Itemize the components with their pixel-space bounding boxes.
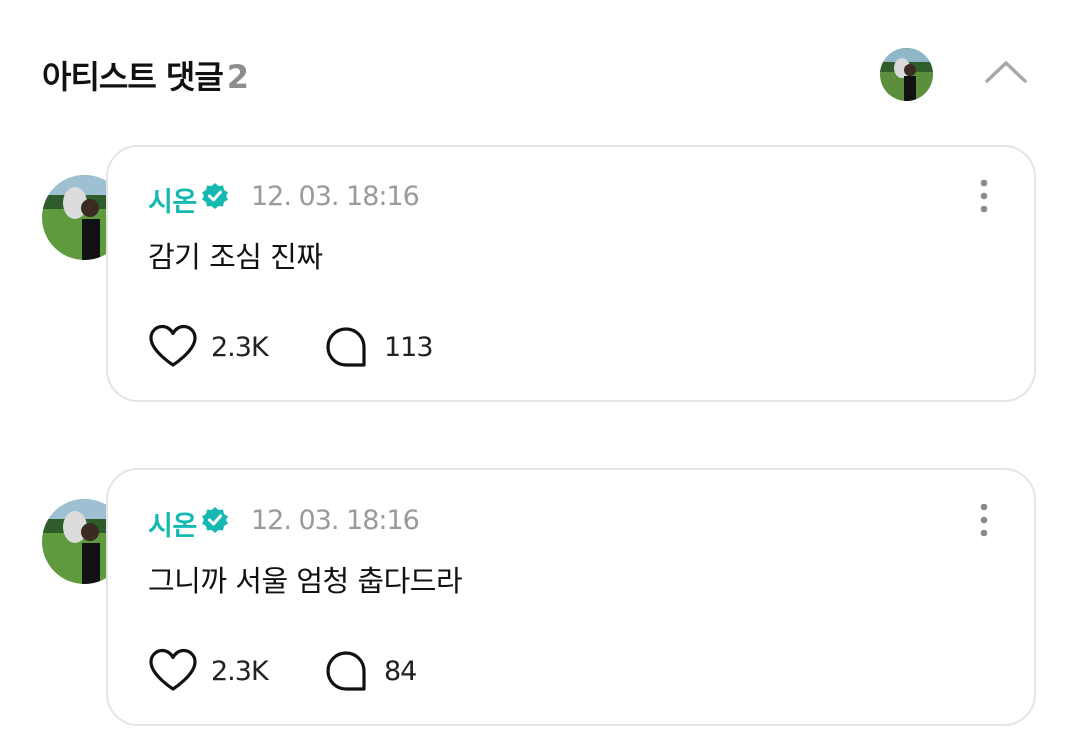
section-title: 아티스트 댓글 2 <box>42 52 249 98</box>
more-options-icon[interactable] <box>974 502 994 538</box>
comment-count: 2 <box>226 58 249 96</box>
comment-author-name[interactable]: 시온 <box>148 180 197 219</box>
comment-timestamp: 12. 03. 18:16 <box>251 505 420 536</box>
more-options-icon[interactable] <box>974 178 994 214</box>
comment-author-name[interactable]: 시온 <box>148 504 197 543</box>
section-title-text: 아티스트 댓글 <box>42 58 224 96</box>
like-count: 2.3K <box>211 656 269 687</box>
comment-text: 감기 조심 진짜 <box>148 240 323 274</box>
comment-text: 그니까 서울 엄청 춥다드라 <box>148 564 463 598</box>
reply-count: 84 <box>384 656 417 687</box>
like-count: 2.3K <box>211 332 269 363</box>
comment-timestamp: 12. 03. 18:16 <box>251 181 420 212</box>
reply-count: 113 <box>384 332 434 363</box>
artist-comments-header: 아티스트 댓글 2 <box>0 0 1080 146</box>
reply-bubble-icon[interactable] <box>325 326 367 368</box>
artist-avatar[interactable] <box>880 48 933 101</box>
verified-badge-icon <box>200 505 230 535</box>
heart-icon[interactable] <box>148 324 198 368</box>
chevron-up-icon[interactable] <box>984 56 1028 86</box>
reply-bubble-icon[interactable] <box>325 650 367 692</box>
heart-icon[interactable] <box>148 648 198 692</box>
verified-badge-icon <box>200 181 230 211</box>
